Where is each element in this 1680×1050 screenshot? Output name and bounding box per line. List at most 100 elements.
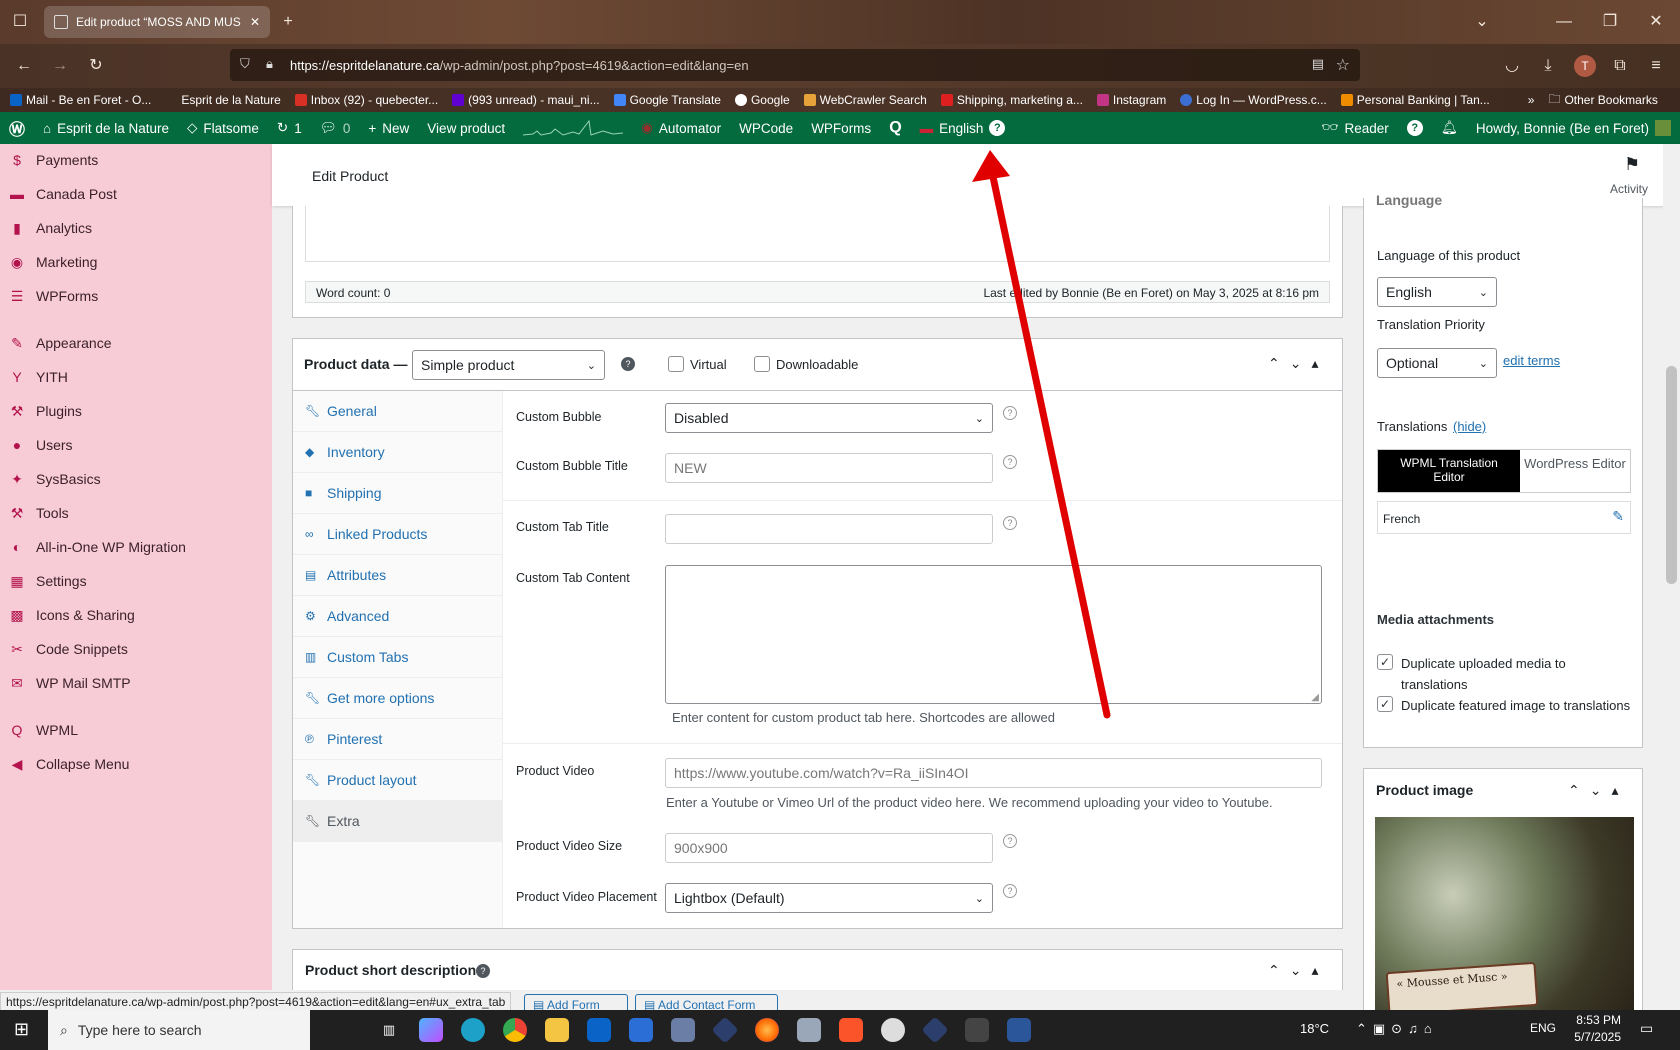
sidebar-item-wpforms[interactable]: ☰ WPForms bbox=[0, 281, 272, 311]
bookmark-item[interactable]: WebCrawler Search bbox=[803, 93, 927, 107]
minimize-icon[interactable]: — bbox=[1548, 6, 1580, 38]
notifications-bell-icon[interactable]: 🔔︎ bbox=[1432, 112, 1467, 144]
chrome-icon[interactable] bbox=[494, 1010, 536, 1050]
wordpress-logo-icon[interactable]: Ⓦ bbox=[0, 112, 34, 144]
sidebar-item-wp-mail-smtp[interactable]: ✉ WP Mail SMTP bbox=[0, 668, 272, 698]
sidebar-collapse-menu[interactable]: ◀ Collapse Menu bbox=[0, 749, 272, 779]
bookmark-item[interactable]: Instagram bbox=[1096, 93, 1166, 107]
list-all-tabs-icon[interactable]: ⌄ bbox=[1466, 6, 1498, 38]
help-icon[interactable]: ? bbox=[1003, 884, 1017, 898]
sidebar-item-marketing[interactable]: ◉ Marketing bbox=[0, 247, 272, 277]
edge-icon[interactable] bbox=[452, 1010, 494, 1050]
outlook-icon[interactable] bbox=[578, 1010, 620, 1050]
tab-linked-products[interactable]: ∞ Linked Products bbox=[293, 514, 503, 555]
automator-link[interactable]: ◉ Automator bbox=[632, 112, 730, 144]
help-icon[interactable]: ? bbox=[621, 357, 635, 371]
photos-icon[interactable] bbox=[788, 1010, 830, 1050]
bookmark-item[interactable]: Google bbox=[734, 93, 790, 107]
panel-move-arrows-icon[interactable]: ⌃⌄▴ bbox=[1268, 355, 1329, 372]
edit-terms-link[interactable]: edit terms bbox=[1503, 353, 1560, 368]
updates-link[interactable]: ↻ 1 bbox=[268, 112, 311, 144]
new-content-link[interactable]: + New bbox=[359, 112, 418, 144]
help-icon[interactable]: ? bbox=[1003, 516, 1017, 530]
site-name-link[interactable]: ⌂ Esprit de la Nature bbox=[34, 112, 178, 144]
sidebar-item-tools[interactable]: ⚒ Tools bbox=[0, 498, 272, 528]
scrollbar-thumb[interactable] bbox=[1666, 366, 1677, 584]
calculator-icon[interactable] bbox=[662, 1010, 704, 1050]
clock-date[interactable]: 5/7/2025 bbox=[1571, 1030, 1621, 1044]
browser-tab-active[interactable]: Edit product “MOSS AND MUS ✕ bbox=[44, 6, 270, 38]
stats-sparkline[interactable] bbox=[514, 112, 632, 144]
help-icon[interactable]: ? bbox=[1003, 834, 1017, 848]
url-bar[interactable]: ⛉ 🔒︎ https://espritdelanature.ca/wp-admi… bbox=[230, 49, 1360, 81]
custom-tab-content-textarea[interactable]: ◢ bbox=[665, 565, 1322, 704]
resize-handle-icon[interactable]: ◢ bbox=[1311, 692, 1319, 703]
file-explorer-icon[interactable] bbox=[536, 1010, 578, 1050]
sidebar-item-migration[interactable]: ◐ All-in-One WP Migration bbox=[0, 532, 272, 562]
help-icon[interactable]: ? bbox=[476, 964, 490, 978]
wpml-editor-option[interactable]: WPML Translation Editor bbox=[1378, 450, 1520, 492]
virtual-checkbox[interactable]: Virtual bbox=[668, 356, 727, 372]
copilot-icon[interactable] bbox=[410, 1010, 452, 1050]
comments-link[interactable]: 💬︎ 0 bbox=[311, 112, 360, 144]
bookmark-item[interactable]: Mail - Be en Foret - O... bbox=[10, 93, 151, 107]
product-video-placement-select[interactable]: Lightbox (Default) ⌄ bbox=[665, 883, 993, 913]
custom-bubble-select[interactable]: Disabled ⌄ bbox=[665, 403, 993, 433]
bookmark-item[interactable]: Inbox (92) - quebecter... bbox=[294, 93, 438, 107]
language-switcher[interactable]: ▬ English? bbox=[911, 112, 1015, 144]
wpcode-link[interactable]: WPCode bbox=[730, 112, 802, 144]
brave-icon[interactable] bbox=[830, 1010, 872, 1050]
help-button[interactable]: ? bbox=[1398, 112, 1432, 144]
language-select[interactable]: English ⌄ bbox=[1377, 277, 1497, 307]
app-icon[interactable] bbox=[704, 1010, 746, 1050]
input-language[interactable]: ENG bbox=[1530, 1021, 1556, 1035]
sidebar-item-canada-post[interactable]: ▬ Canada Post bbox=[0, 179, 272, 209]
app-icon[interactable] bbox=[914, 1010, 956, 1050]
weather-temp[interactable]: 18°C bbox=[1300, 1021, 1329, 1036]
tray-icons[interactable]: ⌃▣⊙♫⌂ bbox=[1356, 1021, 1438, 1037]
reader-link[interactable]: 👓︎ Reader bbox=[1312, 112, 1397, 144]
product-video-size-input[interactable]: 900x900 bbox=[665, 833, 993, 863]
bookmark-item[interactable]: Google Translate bbox=[613, 93, 721, 107]
tab-extra[interactable]: 🔧︎ Extra bbox=[293, 801, 503, 842]
product-video-input[interactable]: https://www.youtube.com/watch?v=Ra_iiSIn… bbox=[665, 758, 1322, 788]
reload-icon[interactable]: ↻ bbox=[80, 50, 112, 82]
bookmark-item[interactable]: Log In — WordPress.c... bbox=[1180, 93, 1327, 107]
store-icon[interactable] bbox=[620, 1010, 662, 1050]
wpml-q-icon[interactable]: Q bbox=[880, 112, 910, 144]
bookmarks-overflow-icon[interactable]: » bbox=[1528, 93, 1535, 107]
extensions-icon[interactable]: ⧉ bbox=[1604, 50, 1636, 82]
bookmark-item[interactable]: Personal Banking | Tan... bbox=[1340, 93, 1490, 107]
custom-bubble-title-input[interactable]: NEW bbox=[665, 453, 993, 483]
pencil-icon[interactable]: ✎ bbox=[1612, 508, 1624, 525]
eye-app-icon[interactable] bbox=[956, 1010, 998, 1050]
bookmark-star-icon[interactable]: ☆ bbox=[1336, 55, 1350, 75]
panel-move-arrows-icon[interactable]: ⌃⌄▴ bbox=[1268, 962, 1329, 979]
windows-start-icon[interactable]: ⊞ bbox=[14, 1019, 29, 1040]
help-icon[interactable]: ? bbox=[989, 120, 1006, 136]
dup-media-checkbox[interactable]: ✓ bbox=[1377, 654, 1393, 670]
new-tab-icon[interactable]: + bbox=[272, 6, 304, 38]
notification-center-icon[interactable]: ▭ bbox=[1640, 1020, 1653, 1037]
close-window-icon[interactable]: ✕ bbox=[1640, 6, 1672, 38]
word-icon[interactable] bbox=[998, 1010, 1040, 1050]
sidebar-item-yith[interactable]: Y YITH bbox=[0, 362, 272, 392]
other-bookmarks[interactable]: 🗀︎ Other Bookmarks bbox=[1548, 90, 1657, 111]
taskbar-search[interactable]: ⌕ Type here to search bbox=[48, 1010, 310, 1050]
translation-priority-select[interactable]: Optional ⌄ bbox=[1377, 348, 1497, 378]
tab-get-more-options[interactable]: 🔧︎ Get more options bbox=[293, 678, 503, 719]
sidebar-item-analytics[interactable]: ▮ Analytics bbox=[0, 213, 272, 243]
tab-product-layout[interactable]: 🔧︎ Product layout bbox=[293, 760, 503, 801]
custom-tab-title-input[interactable] bbox=[665, 514, 993, 544]
bookmark-item[interactable]: (993 unread) - maui_ni... bbox=[452, 93, 600, 107]
flatsome-link[interactable]: ◇ Flatsome bbox=[178, 112, 268, 144]
my-account[interactable]: Howdy, Bonnie (Be en Foret) bbox=[1467, 112, 1680, 144]
firefox-icon[interactable] bbox=[746, 1010, 788, 1050]
sidebar-item-code-snippets[interactable]: ✂ Code Snippets bbox=[0, 634, 272, 664]
downloads-icon[interactable]: ⤓ bbox=[1532, 50, 1564, 82]
tab-shipping[interactable]: ■ Shipping bbox=[293, 473, 503, 514]
sidebar-item-settings[interactable]: ▦ Settings bbox=[0, 566, 272, 596]
pocket-icon[interactable]: ◡ bbox=[1496, 50, 1528, 82]
product-type-select[interactable]: Simple product ⌄ bbox=[412, 350, 605, 380]
downloadable-checkbox[interactable]: Downloadable bbox=[754, 356, 858, 372]
